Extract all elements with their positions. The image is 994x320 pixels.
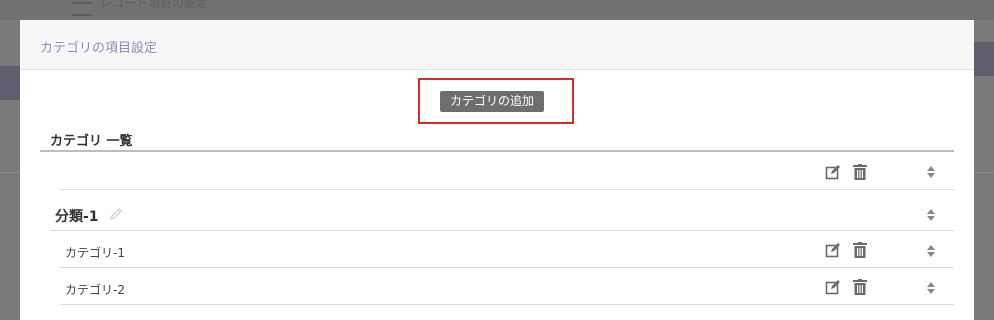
pencil-icon[interactable] xyxy=(109,207,123,221)
trash-icon[interactable] xyxy=(852,164,868,180)
sort-icon[interactable] xyxy=(926,165,936,179)
heading-divider xyxy=(40,150,954,152)
edit-icon[interactable] xyxy=(825,279,841,295)
row-divider xyxy=(60,304,954,305)
trash-icon[interactable] xyxy=(852,279,868,295)
sort-icon[interactable] xyxy=(926,281,936,295)
category-label: カテゴリ-2 xyxy=(65,283,125,297)
background-divider xyxy=(974,172,994,173)
category-label: カテゴリ-1 xyxy=(65,246,125,260)
category-settings-modal: カテゴリの項目設定 カテゴリの追加 カテゴリ 一覧 分類-1 カテゴリ-1 カテ… xyxy=(20,20,974,320)
edit-icon[interactable] xyxy=(825,242,841,258)
background-page-title: レコード項目の設定 xyxy=(100,0,209,10)
category-list-heading: カテゴリ 一覧 xyxy=(50,134,133,149)
background-right-tab xyxy=(974,42,994,76)
modal-title: カテゴリの項目設定 xyxy=(40,41,158,56)
add-category-button[interactable]: カテゴリの追加 xyxy=(440,91,545,112)
background-divider xyxy=(0,172,20,173)
row-divider xyxy=(60,267,954,268)
menu-icon xyxy=(72,2,92,16)
trash-icon[interactable] xyxy=(852,242,868,258)
row-divider xyxy=(50,230,954,231)
edit-icon[interactable] xyxy=(825,164,841,180)
sort-icon[interactable] xyxy=(926,244,936,258)
modal-header: カテゴリの項目設定 xyxy=(20,20,974,70)
row-divider xyxy=(60,189,954,190)
sort-icon[interactable] xyxy=(926,208,936,222)
background-left-tab xyxy=(0,66,20,100)
group-label: 分類-1 xyxy=(55,209,99,225)
